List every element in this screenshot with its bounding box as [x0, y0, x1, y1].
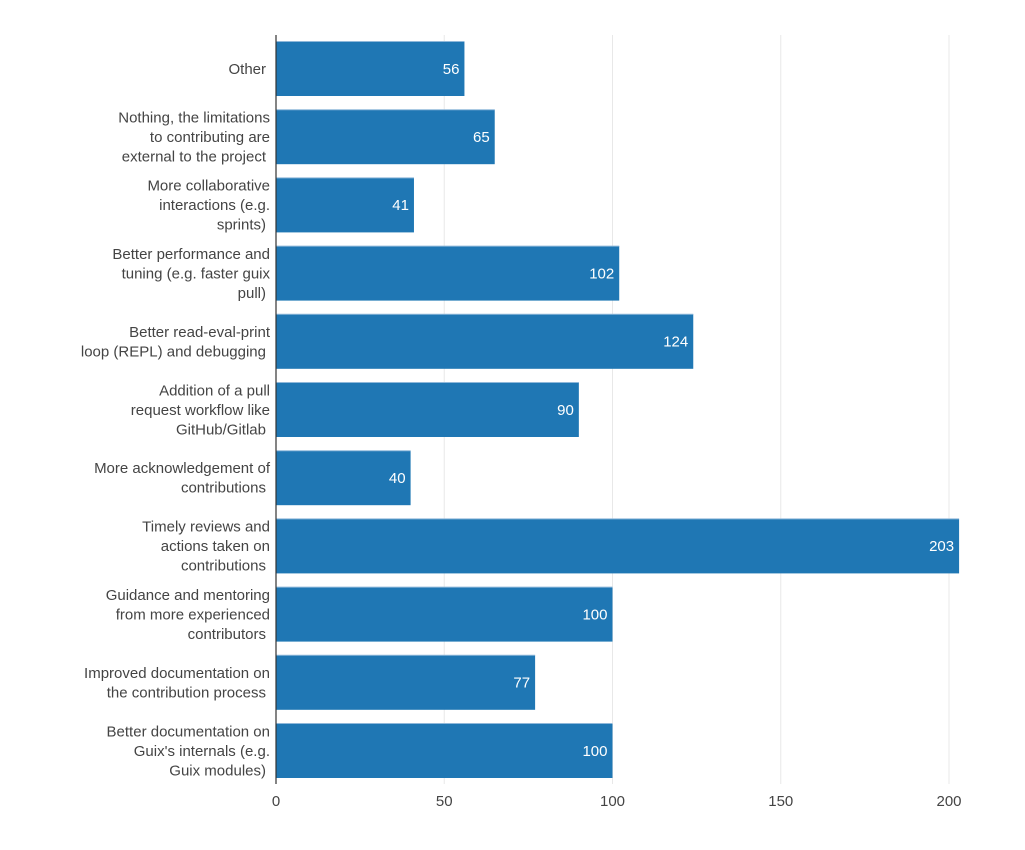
bar [276, 314, 694, 369]
data-label: 65 [473, 129, 490, 146]
category-label: More acknowledgement of contributions [94, 460, 271, 497]
bar [276, 41, 465, 96]
category-label: Better read-eval-print loop (REPL) and de… [81, 324, 271, 361]
bar [276, 655, 536, 710]
category-label-line: Improved documentation on [84, 665, 270, 682]
category-label-line: to contributing are [150, 129, 270, 146]
data-label: 90 [557, 402, 574, 419]
category-label-line: sprints) [217, 217, 266, 234]
x-tick-label: 150 [768, 793, 793, 810]
category-label-line: Better read-eval-print [129, 324, 271, 341]
category-label-line: contributors [188, 626, 266, 643]
category-label: Nothing, the limitations to contributing … [118, 109, 270, 165]
category-label: Improved documentation on the contributio… [84, 665, 270, 702]
category-label-line: Guix modules) [169, 762, 266, 779]
data-label: 40 [389, 470, 406, 487]
bar [276, 246, 620, 301]
data-label: 124 [663, 334, 688, 351]
x-tick-label: 100 [600, 793, 625, 810]
category-label: More collaborative interactions (e.g. spri… [147, 178, 270, 234]
category-label-line: Nothing, the limitations [118, 109, 270, 126]
x-tick-label: 200 [936, 793, 961, 810]
category-label: Other [228, 61, 266, 78]
category-label-line: contributions [181, 558, 266, 575]
category-label-line: the contribution process [107, 684, 266, 701]
category-label-line: Guidance and mentoring [106, 587, 270, 604]
data-label: 102 [589, 265, 614, 282]
category-labels: Other Nothing, the limitations to contribu… [81, 61, 271, 780]
category-label-line: Guix's internals (e.g. [134, 743, 270, 760]
x-tick-label: 0 [272, 793, 280, 810]
category-label: Timely reviews and actions taken on contri… [142, 519, 270, 575]
category-label-line: pull) [238, 285, 266, 302]
category-label-line: Timely reviews and [142, 519, 270, 536]
data-label: 100 [582, 743, 607, 760]
data-label: 203 [929, 538, 954, 555]
category-label-line: contributions [181, 480, 266, 497]
category-label: Better performance and tuning (e.g. faste… [112, 246, 270, 302]
category-label-line: tuning (e.g. faster guix [122, 265, 271, 282]
bar [276, 587, 613, 642]
bar [276, 518, 960, 574]
category-label-line: loop (REPL) and debugging [81, 343, 266, 360]
data-label: 41 [392, 197, 409, 214]
bar [276, 382, 579, 437]
category-label-line: Better performance and [112, 246, 270, 263]
category-label-line: actions taken on [161, 538, 270, 555]
category-label-line: external to the project [122, 148, 267, 165]
data-label: 100 [582, 606, 607, 623]
category-label-line: interactions (e.g. [159, 197, 270, 214]
category-label-line: Better documentation on [107, 723, 270, 740]
category-label-line: request workflow like [131, 402, 270, 419]
x-axis-ticks: 0 50 100 150 200 [272, 793, 962, 810]
bar [276, 723, 613, 778]
category-label-line: More acknowledgement of [94, 460, 271, 477]
category-label-line: More collaborative [147, 178, 270, 195]
bars: 56 65 41 102 124 90 40 203 100 77 100 [276, 41, 960, 778]
category-label-line: Addition of a pull [159, 382, 270, 399]
category-label: Guidance and mentoring from more experien… [106, 587, 270, 643]
category-label: Better documentation on Guix's internals … [107, 723, 270, 779]
bar-chart: 56 65 41 102 124 90 40 203 100 77 100 Other Nothing… [81, 35, 962, 810]
data-label: 77 [513, 675, 530, 692]
data-label: 56 [443, 61, 460, 78]
category-label-line: GitHub/Gitlab [176, 421, 266, 438]
bar [276, 109, 495, 165]
category-label: Addition of a pull request workflow like G… [131, 382, 270, 438]
x-tick-label: 50 [436, 793, 453, 810]
category-label-line: Other [228, 61, 266, 78]
category-label-line: from more experienced [116, 606, 270, 623]
